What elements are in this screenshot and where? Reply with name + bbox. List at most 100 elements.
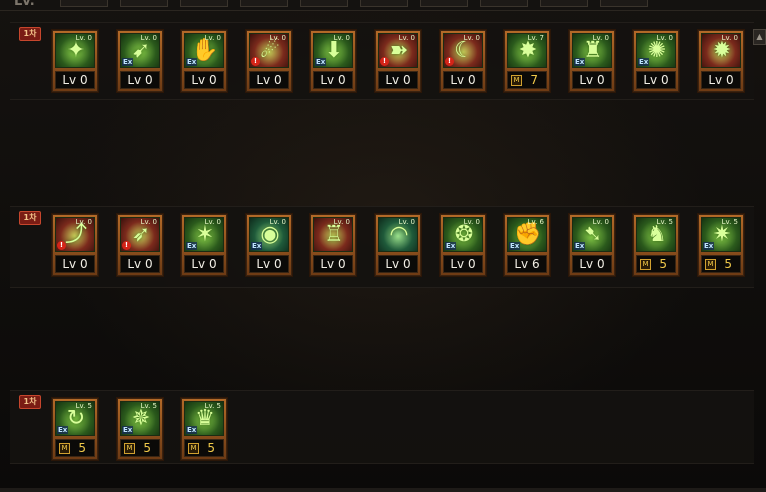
storm-icon: ✵ Lv. 5 Ex: [120, 401, 160, 436]
skill-corner-level: Lv. 0: [204, 34, 221, 42]
skill-slot-skill-7[interactable]: ☾ Lv. 0! Lv 0: [439, 29, 487, 93]
skill-level-label: Lv 0: [249, 71, 289, 89]
skill-level-label: Lv 0: [443, 255, 483, 273]
skill-level-value: Lv 0: [320, 73, 346, 87]
skill-slot-skill-15[interactable]: ◉ Lv. 0 Ex Lv 0: [245, 213, 293, 277]
tab[interactable]: [360, 0, 408, 7]
skill-slot-skill-22[interactable]: ✷ Lv. 5 Ex M 5: [697, 213, 745, 277]
skill-slot-skill-23[interactable]: ↻ Lv. 5 Ex M 5: [51, 397, 99, 461]
ex-icon: Ex: [509, 242, 521, 250]
tab[interactable]: [540, 0, 588, 7]
skill-level-value: Lv 0: [579, 73, 605, 87]
skill-level-value: Lv 0: [320, 257, 346, 271]
skill-slot-skill-19[interactable]: ✊ Lv. 6 Ex Lv 6: [503, 213, 551, 277]
tab[interactable]: [420, 0, 468, 7]
ex-icon: Ex: [251, 242, 263, 250]
body-icon: ♜ Lv. 0 Ex: [572, 33, 612, 68]
skill-level-label: M5: [120, 439, 160, 457]
guardian-icon: ♞ Lv. 5: [636, 217, 676, 252]
skill-level-label: Lv 0: [572, 71, 612, 89]
skill-corner-level: Lv. 0: [269, 218, 286, 226]
skill-level-label: Lv 0: [184, 71, 224, 89]
skill-slot-skill-18[interactable]: ❂ Lv. 0 Ex Lv 0: [439, 213, 487, 277]
skill-corner-level: Lv. 7: [527, 34, 544, 42]
skill-slot-skill-25[interactable]: ♛ Lv. 5 Ex M 5: [180, 397, 228, 461]
skill-level-value: Lv 0: [256, 73, 282, 87]
top-tab-strip: Lv.: [0, 0, 766, 11]
skill-level-label: Lv 0: [313, 255, 353, 273]
warning-icon: !: [57, 241, 66, 250]
skill-slot-skill-12[interactable]: ⤴ Lv. 0! Lv 0: [51, 213, 99, 277]
skill-corner-level: Lv. 0: [721, 34, 738, 42]
skill-level-value: 5: [143, 441, 151, 455]
spin-icon: ☄ Lv. 0!: [249, 33, 289, 68]
skill-corner-level: Lv. 0: [75, 218, 92, 226]
skill-corner-level: Lv. 5: [140, 402, 157, 410]
ex-icon: Ex: [574, 58, 586, 66]
skill-slot-skill-1[interactable]: ✦ Lv. 0 Lv 0: [51, 29, 99, 93]
skill-slot-skill-16[interactable]: ♖ Lv. 0 Lv 0: [309, 213, 357, 277]
whirl-icon: ❂ Lv. 0 Ex: [443, 217, 483, 252]
mastery-icon: M: [59, 443, 70, 454]
skill-level-label: Lv 0: [249, 255, 289, 273]
skill-corner-level: Lv. 0: [463, 34, 480, 42]
skill-level-value: Lv 0: [127, 73, 153, 87]
skill-corner-level: Lv. 5: [75, 402, 92, 410]
ex-icon: Ex: [445, 242, 457, 250]
skill-level-label: M5: [701, 255, 741, 273]
skill-level-value: Lv 0: [385, 257, 411, 271]
skill-slot-skill-17[interactable]: ◠ Lv. 0 Lv 0: [374, 213, 422, 277]
skill-level-value: Lv 0: [643, 73, 669, 87]
skill-slot-skill-24[interactable]: ✵ Lv. 5 Ex M 5: [116, 397, 164, 461]
skill-slot-skill-14[interactable]: ✶ Lv. 0 Ex Lv 0: [180, 213, 228, 277]
skill-slot-skill-10[interactable]: ✺ Lv. 0 Ex Lv 0: [632, 29, 680, 93]
scroll-up-button[interactable]: ▲: [753, 29, 766, 45]
tab[interactable]: [240, 0, 288, 7]
skill-level-label: Lv 0: [443, 71, 483, 89]
skill-corner-level: Lv. 0: [204, 218, 221, 226]
skill-slot-skill-9[interactable]: ♜ Lv. 0 Ex Lv 0: [568, 29, 616, 93]
grab-icon: ✋ Lv. 0 Ex: [184, 33, 224, 68]
skill-level-label: Lv 6: [507, 255, 547, 273]
tab[interactable]: [120, 0, 168, 7]
tab[interactable]: [300, 0, 348, 7]
slash-icon: ☾ Lv. 0!: [443, 33, 483, 68]
skill-slot-skill-2[interactable]: ➹ Lv. 0 Ex Lv 0: [116, 29, 164, 93]
skill-corner-level: Lv. 0: [398, 218, 415, 226]
skill-corner-level: Lv. 0: [75, 34, 92, 42]
skill-corner-level: Lv. 0: [140, 34, 157, 42]
tab[interactable]: [600, 0, 648, 7]
skill-level-label: Lv 0: [55, 255, 95, 273]
skill-slot-skill-11[interactable]: ✹ Lv. 0 Lv 0: [697, 29, 745, 93]
skill-level-label: Lv 0: [378, 71, 418, 89]
skill-level-label: M7: [507, 71, 547, 89]
warning-icon: !: [445, 57, 454, 66]
skill-level-value: Lv 0: [191, 257, 217, 271]
tab[interactable]: [60, 0, 108, 7]
skill-level-value: 5: [724, 257, 732, 271]
skill-slot-skill-13[interactable]: ➶ Lv. 0! Lv 0: [116, 213, 164, 277]
tab[interactable]: [480, 0, 528, 7]
tab[interactable]: [180, 0, 228, 7]
skill-slot-skill-8[interactable]: ✸ Lv. 7 M7: [503, 29, 551, 93]
skill-corner-level: Lv. 5: [656, 218, 673, 226]
skill-corner-level: Lv. 0: [398, 34, 415, 42]
ex-icon: Ex: [186, 242, 198, 250]
skill-corner-level: Lv. 0: [656, 34, 673, 42]
impact-icon: ✶ Lv. 0 Ex: [184, 217, 224, 252]
skill-slot-skill-20[interactable]: ➷ Lv. 0 Ex Lv 0: [568, 213, 616, 277]
skill-level-value: Lv 0: [708, 73, 734, 87]
warning-icon: !: [122, 241, 131, 250]
skill-slot-skill-21[interactable]: ♞ Lv. 5 M5: [632, 213, 680, 277]
stomp-icon: ⬇ Lv. 0 Ex: [313, 33, 353, 68]
skill-slot-skill-5[interactable]: ⬇ Lv. 0 Ex Lv 0: [309, 29, 357, 93]
skill-slot-skill-6[interactable]: ➽ Lv. 0! Lv 0: [374, 29, 422, 93]
skill-level-label: Lv 0: [378, 255, 418, 273]
skill-slot-skill-3[interactable]: ✋ Lv. 0 Ex Lv 0: [180, 29, 228, 93]
skill-level-value: Lv 0: [450, 257, 476, 271]
skill-level-value: Lv 0: [127, 257, 153, 271]
skill-level-label: M5: [636, 255, 676, 273]
skill-slot-skill-4[interactable]: ☄ Lv. 0! Lv 0: [245, 29, 293, 93]
ex-icon: Ex: [122, 426, 134, 434]
skill-level-value: 5: [78, 441, 86, 455]
